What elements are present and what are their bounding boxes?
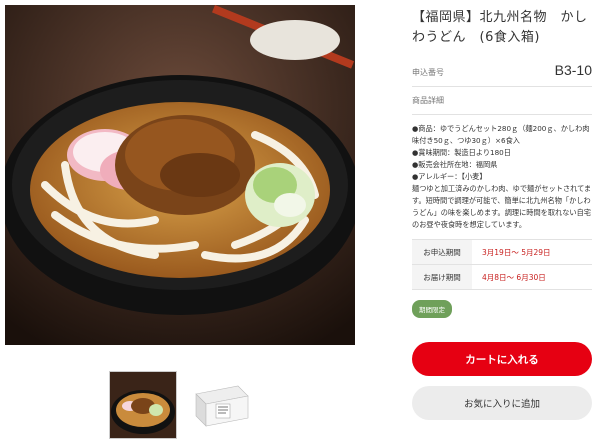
divider [412,114,592,115]
detail-description: 麺つゆと加工済みのかしわ肉、ゆで麺がセットされてます。短時間で調理が可能で、簡単… [412,184,592,229]
product-details-label: 商品詳細 [412,96,444,105]
delivery-period-value: 4月8日～ 6月30日 [472,264,592,290]
detail-line: ●賞味期間：製造日より180日 [412,148,511,157]
detail-line: ●アレルギー：【小麦】 [412,172,487,181]
thumbnail-strip [109,371,254,439]
divider [412,86,592,87]
application-code-row: 申込番号 B3-10 [412,62,592,78]
product-info-panel: 【福岡県】北九州名物 かしわうどん (6食入箱) 申込番号 B3-10 商品詳細… [412,8,592,318]
add-to-favorites-button[interactable]: お気に入りに追加 [412,386,592,420]
apply-period-label: お申込期間 [412,239,472,265]
thumbnail-udon-bowl[interactable] [109,371,177,439]
delivery-period-row: お届け期間 4月8日～ 6月30日 [412,264,592,290]
application-code-value: B3-10 [554,62,592,78]
period-table: お申込期間 3月19日～ 5月29日 お届け期間 4月8日～ 6月30日 [412,239,592,290]
add-to-cart-button[interactable]: カートに入れる [412,342,592,376]
product-details: ●商品：ゆでうどんセット280ｇ（麺200ｇ、かしわ肉味付き50ｇ、つゆ30ｇ）… [412,123,592,231]
thumbnail-package-box[interactable] [188,372,254,438]
product-title: 【福岡県】北九州名物 かしわうどん (6食入箱) [412,10,588,45]
limited-time-badge: 期間限定 [412,300,452,318]
application-code-label: 申込番号 [412,68,444,77]
detail-line: ●販売会社所在地：福岡県 [412,160,498,169]
detail-line: ●商品：ゆでうどんセット280ｇ（麺200ｇ、かしわ肉味付き50ｇ、つゆ30ｇ）… [412,124,590,145]
apply-period-value: 3月19日～ 5月29日 [472,239,592,265]
main-product-image [5,5,355,345]
delivery-period-label: お届け期間 [412,264,472,290]
apply-period-row: お申込期間 3月19日～ 5月29日 [412,239,592,265]
